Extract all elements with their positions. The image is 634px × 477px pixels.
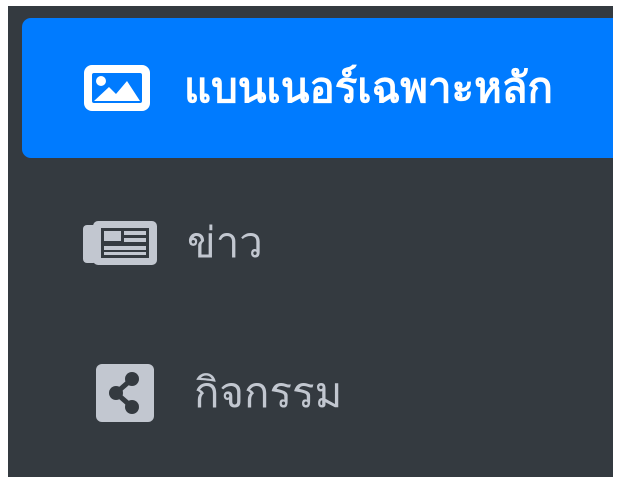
sidebar-item-activity[interactable]: กิจกรรม <box>22 318 613 468</box>
sidebar: แบนเนอร์เฉพาะหลัก ข่าว กิจกรรม <box>8 6 634 477</box>
sidebar-nav: แบนเนอร์เฉพาะหลัก ข่าว กิจกรรม <box>8 6 613 477</box>
image-icon <box>80 61 154 115</box>
sidebar-item-label: กิจกรรม <box>194 368 343 417</box>
content-edge <box>613 6 634 477</box>
sidebar-item-news[interactable]: ข่าว <box>22 168 613 318</box>
sidebar-item-label: แบนเนอร์เฉพาะหลัก <box>184 63 553 112</box>
sidebar-item-banner[interactable]: แบนเนอร์เฉพาะหลัก <box>22 18 613 158</box>
newspaper-icon <box>81 217 159 269</box>
share-square-icon <box>94 362 156 424</box>
sidebar-item-label: ข่าว <box>187 218 263 267</box>
